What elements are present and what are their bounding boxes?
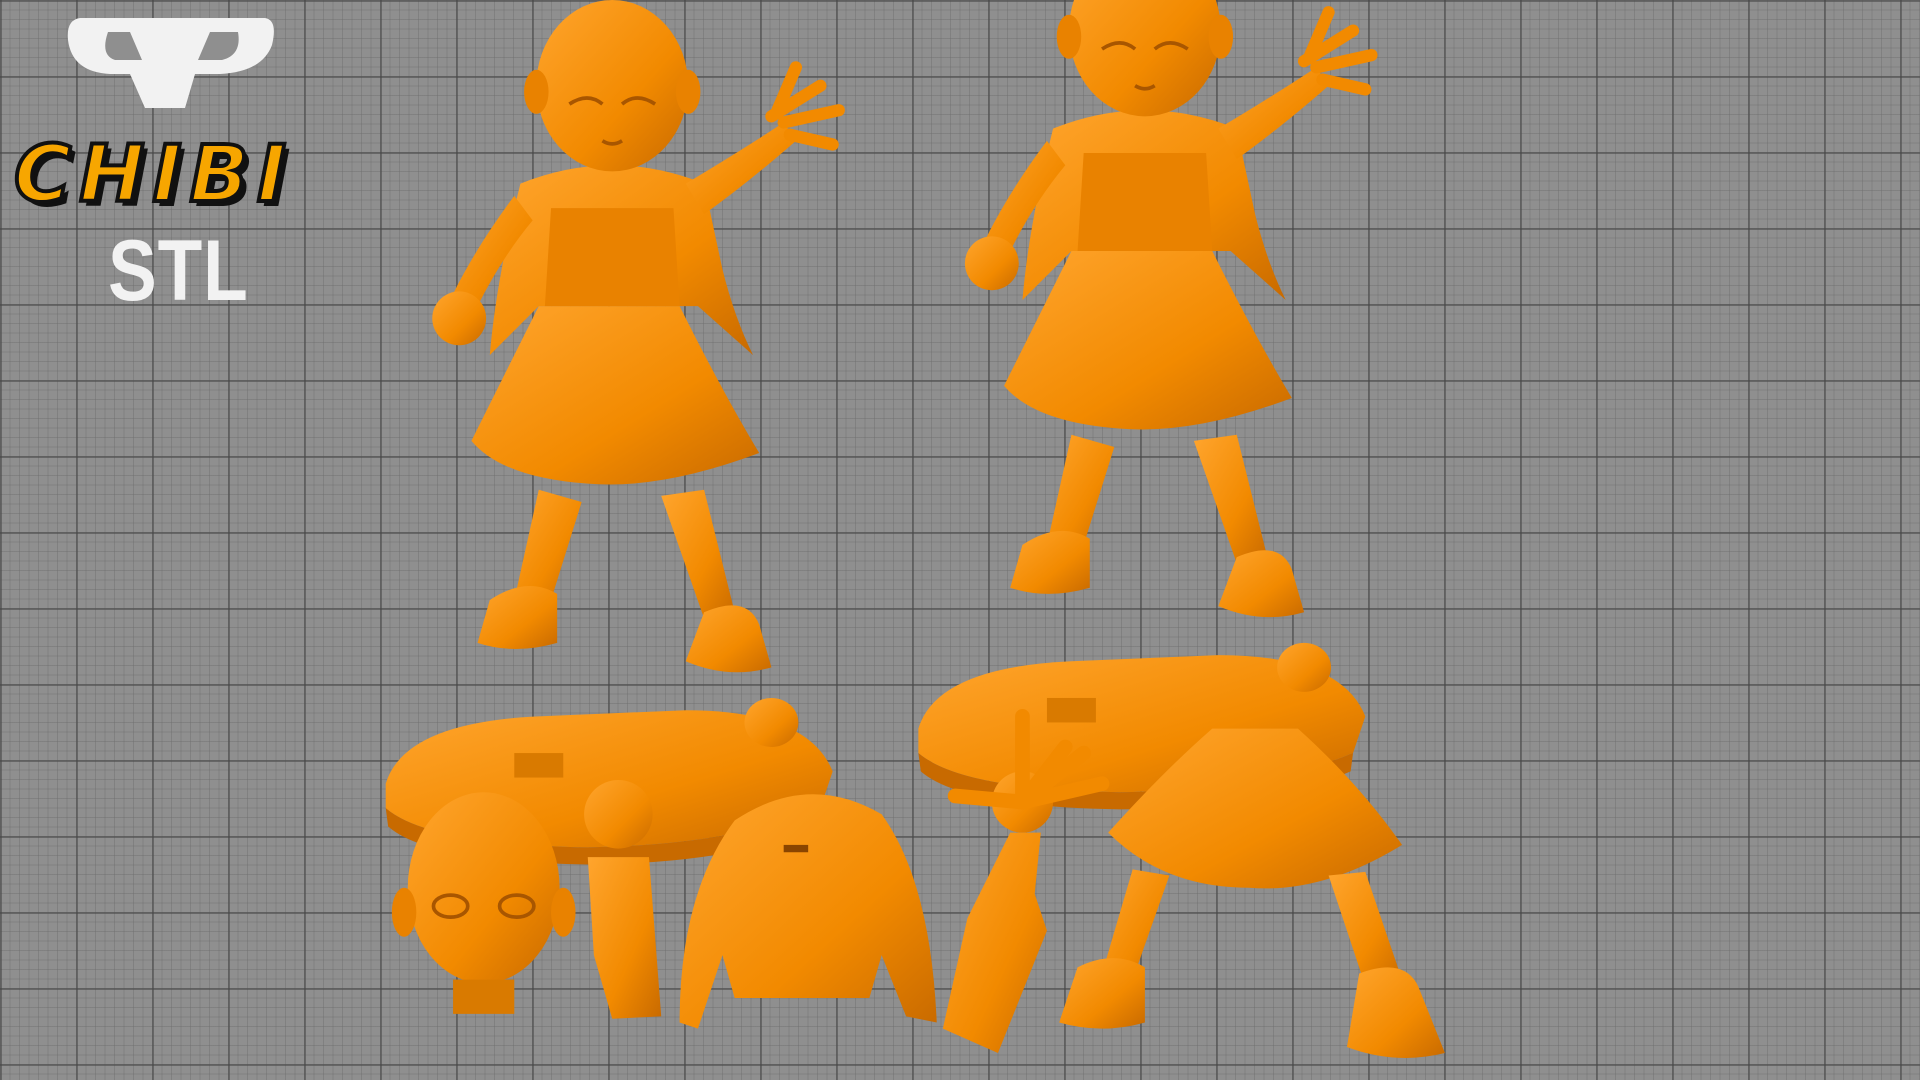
cp-logo-mark <box>67 18 274 108</box>
fist-arm-part <box>584 780 662 1019</box>
assembled-figure-front <box>386 0 839 864</box>
assembled-figure-angle <box>918 0 1371 809</box>
brand-logo: CHIBI STL <box>0 0 360 320</box>
logo-title: CHIBI <box>12 128 295 222</box>
logo-subtitle: STL <box>108 223 249 319</box>
build-plate-grid: CHIBI STL <box>0 0 1920 1080</box>
